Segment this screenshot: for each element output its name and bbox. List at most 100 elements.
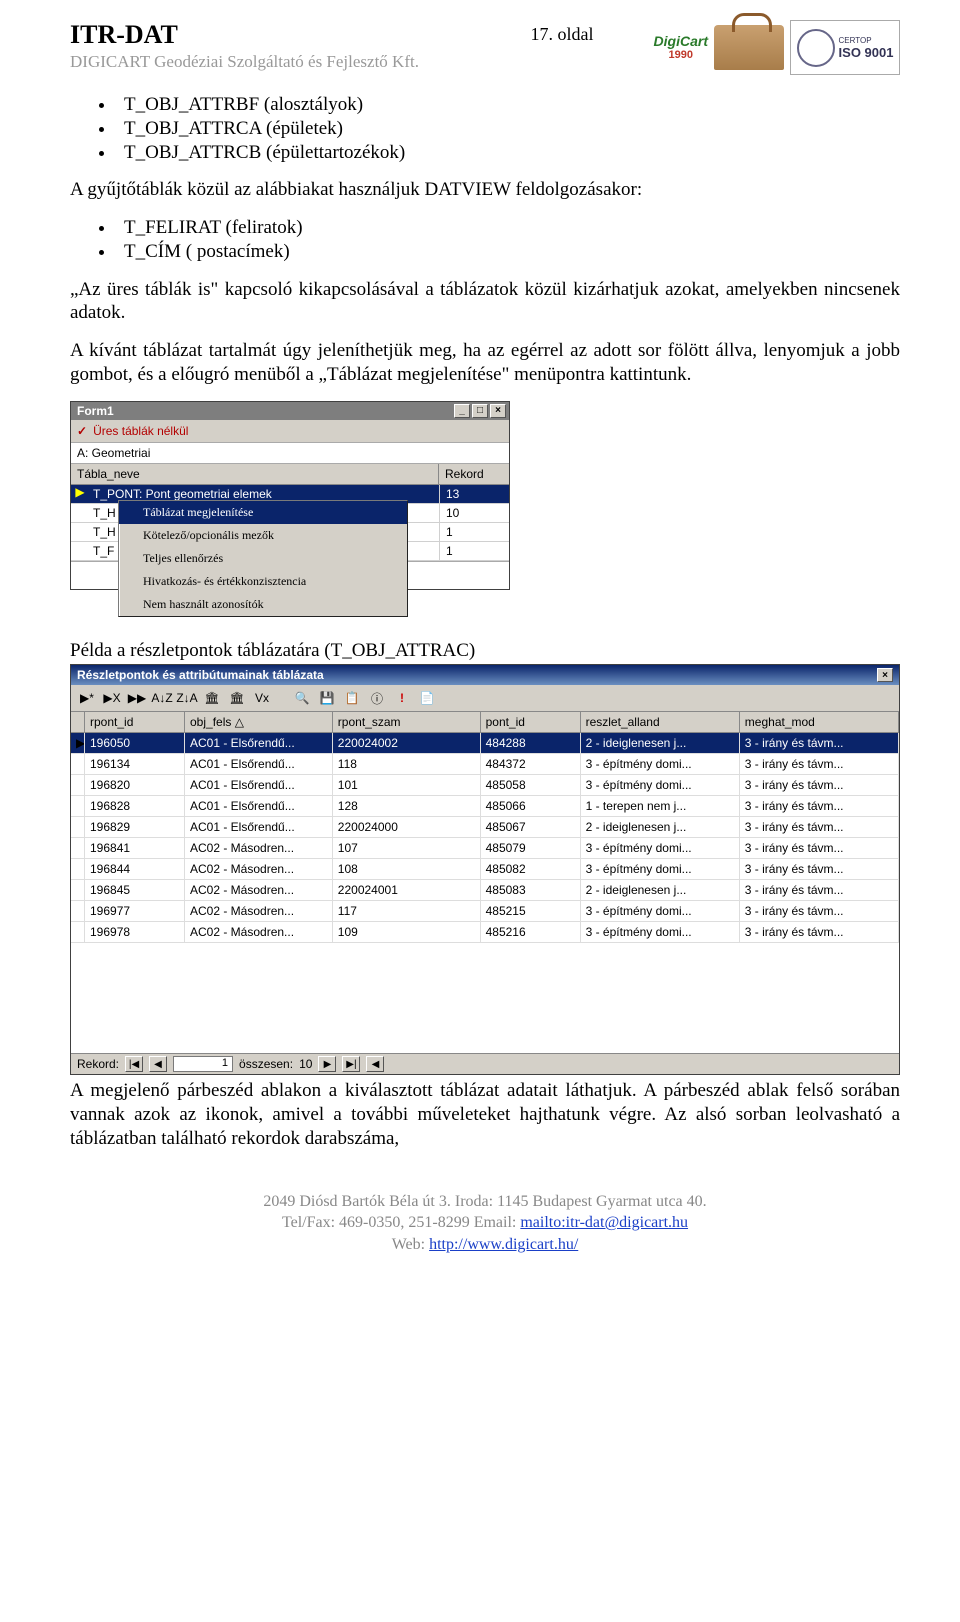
grid-body: ▶196050AC01 - Elsőrendű...22002400248428… [71,733,899,943]
menu-item-fields[interactable]: Kötelező/opcionális mezők [119,524,407,547]
digicart-logo: DigiCart 1990 [654,34,708,61]
col-rekord[interactable]: Rekord [439,464,509,484]
tb-alert-icon[interactable]: ! [391,688,413,708]
bullet-list-b: T_FELIRAT (feliratok) T_CÍM ( postacímek… [116,216,900,264]
page-footer: 2049 Diósd Bartók Béla út 3. Iroda: 1145… [70,1191,900,1256]
col-tabla-neve[interactable]: Tábla_neve [71,464,439,484]
tb-doc-icon[interactable]: 📄 [416,688,438,708]
col-rpont-szam[interactable]: rpont_szam [333,712,481,732]
row-marker-icon [71,754,85,774]
footer-web-link[interactable]: http://www.digicart.hu/ [429,1236,578,1253]
window-title: Form1 [77,404,114,418]
footer-email-link[interactable]: mailto:itr-dat@digicart.hu [520,1214,688,1231]
status-bar: Rekord: |◀ ◀ 1 összesen: 10 ▶ ▶| ◀ [71,1053,899,1074]
total-label: összesen: [239,1057,293,1071]
paragraph: A megjelenő párbeszéd ablakon a kiválasz… [70,1079,900,1150]
menu-item-consistency[interactable]: Hivatkozás- és értékkonzisztencia [119,570,407,593]
doc-title: ITR-DAT [70,20,531,50]
footer-address: 2049 Diósd Bartók Béla út 3. Iroda: 1145… [70,1191,900,1213]
row-marker-icon: ▶ [71,485,89,503]
toggle-label: Üres táblák nélkül [93,424,188,438]
nav-scroll-left[interactable]: ◀ [366,1056,384,1072]
tb-info-icon[interactable]: ⓘ [366,688,388,708]
iso-badge: CERTOP ISO 9001 [790,20,900,75]
tb-delete-icon[interactable]: ▶X [101,688,123,708]
menu-item-unused-ids[interactable]: Nem használt azonosítók [119,593,407,616]
detail-points-window: Részletpontok és attribútumainak tábláza… [70,664,900,1075]
empty-tables-toggle[interactable]: ✓ Üres táblák nélkül [71,420,509,443]
table-row[interactable]: 196820AC01 - Elsőrendű...1014850583 - ép… [71,775,899,796]
list-item: T_CÍM ( postacímek) [116,240,900,264]
row-marker-icon [71,838,85,858]
col-pont-id[interactable]: pont_id [481,712,581,732]
doc-subtitle: DIGICART Geodéziai Szolgáltató és Fejles… [70,52,531,72]
col-obj-fels[interactable]: obj_fels △ [185,712,333,732]
header-logos: DigiCart 1990 CERTOP ISO 9001 [654,20,900,75]
tb-clear-filter-icon[interactable]: Vx [251,688,273,708]
minimize-button[interactable]: _ [454,404,470,418]
total-count: 10 [299,1057,312,1071]
row-marker-icon [71,880,85,900]
col-meghat-mod[interactable]: meghat_mod [740,712,899,732]
grid-header: rpont_id obj_fels △ rpont_szam pont_id r… [71,712,899,733]
row-marker-icon [71,901,85,921]
paragraph: A gyűjtőtáblák közül az alábbiakat haszn… [70,178,900,202]
record-number-input[interactable]: 1 [173,1056,233,1072]
tb-sort-asc-icon[interactable]: A↓Z [151,688,173,708]
tb-search-icon[interactable]: 🔍 [291,688,313,708]
detail-titlebar[interactable]: Részletpontok és attribútumainak tábláza… [71,665,899,685]
tb-next-icon[interactable]: ▶▶ [126,688,148,708]
row-marker-icon [71,922,85,942]
bag-icon [714,25,784,70]
category-field[interactable]: A: Geometriai [71,443,509,464]
table-row[interactable]: ▶196050AC01 - Elsőrendű...22002400248428… [71,733,899,754]
col-reszlet-alland[interactable]: reszlet_alland [581,712,740,732]
page-header: ITR-DAT DIGICART Geodéziai Szolgáltató é… [70,20,900,75]
nav-last-button[interactable]: ▶| [342,1056,360,1072]
form1-titlebar[interactable]: Form1 _ □ × [71,402,509,420]
menu-item-full-check[interactable]: Teljes ellenőrzés [119,547,407,570]
table-row[interactable]: 196841AC02 - Másodren...1074850793 - épí… [71,838,899,859]
table-row[interactable]: 196844AC02 - Másodren...1084850823 - épí… [71,859,899,880]
nav-prev-button[interactable]: ◀ [149,1056,167,1072]
tb-filter-icon[interactable]: 🏛 [201,688,223,708]
nav-first-button[interactable]: |◀ [125,1056,143,1072]
grid-header: Tábla_neve Rekord [71,464,509,485]
page-number: 17. oldal [531,20,654,45]
close-button[interactable]: × [490,404,506,418]
list-item: T_OBJ_ATTRCA (épületek) [116,117,900,141]
tb-filter2-icon[interactable]: 🏛 [226,688,248,708]
tb-save-icon[interactable]: 💾 [316,688,338,708]
check-icon: ✓ [77,424,87,438]
table-row[interactable]: 196829AC01 - Elsőrendű...220024000485067… [71,817,899,838]
menu-item-show-table[interactable]: Táblázat megjelenítése [119,501,407,524]
row-marker-icon [71,817,85,837]
example-caption: Példa a részletpontok táblázatára (T_OBJ… [70,639,900,663]
context-menu: Táblázat megjelenítése Kötelező/opcionál… [118,500,408,617]
table-row[interactable]: 196828AC01 - Elsőrendű...1284850661 - te… [71,796,899,817]
table-row[interactable]: 196978AC02 - Másodren...1094852163 - épí… [71,922,899,943]
paragraph: „Az üres táblák is" kapcsoló kikapcsolás… [70,278,900,326]
row-marker-icon: ▶ [71,733,85,753]
list-item: T_FELIRAT (feliratok) [116,216,900,240]
list-item: T_OBJ_ATTRCB (épülettartozékok) [116,141,900,165]
close-button[interactable]: × [877,668,893,682]
window-title: Részletpontok és attribútumainak tábláza… [77,668,324,682]
table-row[interactable]: 196977AC02 - Másodren...1174852153 - épí… [71,901,899,922]
nav-next-button[interactable]: ▶ [318,1056,336,1072]
col-rpont-id[interactable]: rpont_id [85,712,185,732]
table-row[interactable]: 196845AC02 - Másodren...2200240014850832… [71,880,899,901]
paragraph: A kívánt táblázat tartalmát úgy jeleníth… [70,339,900,387]
row-marker-icon [71,796,85,816]
footer-web-label: Web: [392,1236,429,1253]
list-item: T_OBJ_ATTRBF (alosztályok) [116,93,900,117]
toolbar: ▶* ▶X ▶▶ A↓Z Z↓A 🏛 🏛 Vx 🔍 💾 📋 ⓘ ! 📄 [71,685,899,712]
rekord-label: Rekord: [77,1057,119,1071]
bullet-list-a: T_OBJ_ATTRBF (alosztályok) T_OBJ_ATTRCA … [116,93,900,164]
tb-notes-icon[interactable]: 📋 [341,688,363,708]
footer-contact: Tel/Fax: 469-0350, 251-8299 Email: [282,1214,520,1231]
tb-sort-desc-icon[interactable]: Z↓A [176,688,198,708]
table-row[interactable]: 196134AC01 - Elsőrendű...1184843723 - ép… [71,754,899,775]
tb-insert-icon[interactable]: ▶* [76,688,98,708]
maximize-button[interactable]: □ [472,404,488,418]
